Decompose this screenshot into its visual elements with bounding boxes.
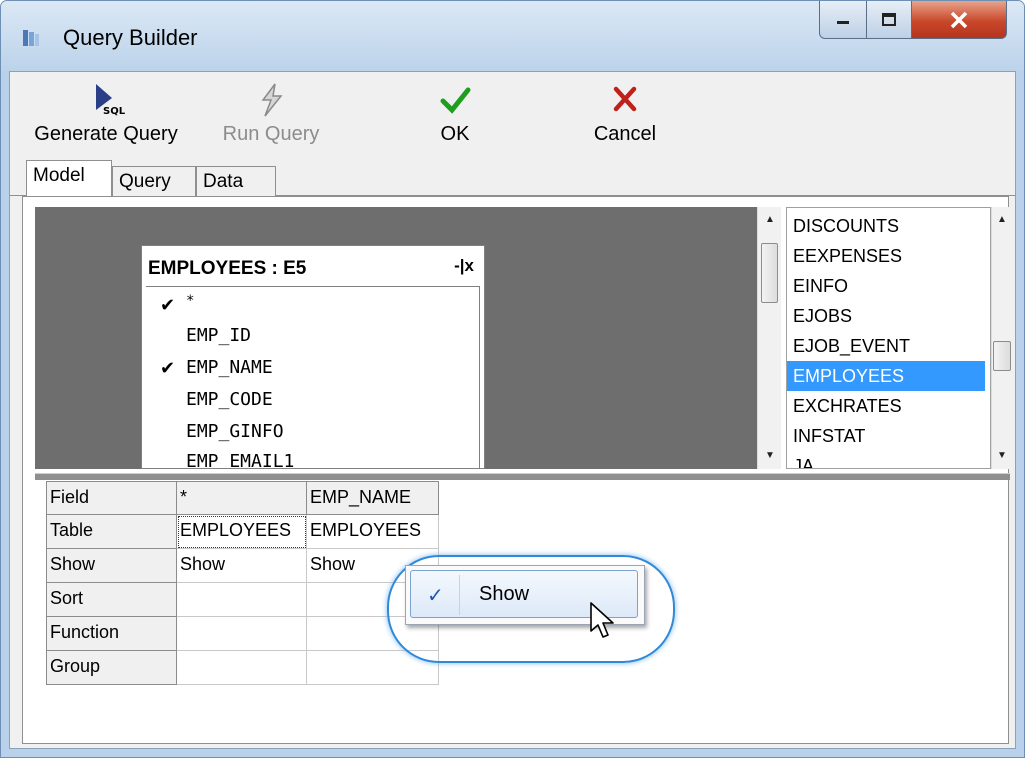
scroll-down-arrow-icon[interactable]: ▼ xyxy=(992,445,1012,467)
tab-query[interactable]: Query xyxy=(112,166,196,196)
context-menu-label: Show xyxy=(479,583,530,605)
ok-button[interactable]: OK xyxy=(415,72,495,172)
table-list-item[interactable]: EXCHRATES xyxy=(787,391,985,421)
grid-cell-show[interactable]: Show xyxy=(177,549,307,583)
x-icon xyxy=(613,86,637,112)
table-list-item[interactable]: EJOB_EVENT xyxy=(787,331,985,361)
mouse-cursor-icon xyxy=(590,602,614,638)
table-box-columns: ✔ * EMP_ID ✔ EMP_NAME EMP_CODE EMP_GINFO… xyxy=(146,286,480,468)
close-button[interactable] xyxy=(911,1,1007,39)
generate-query-button[interactable]: SQL Generate Query xyxy=(26,72,186,172)
tab-model[interactable]: Model xyxy=(26,160,112,196)
column-item[interactable]: EMP_CODE xyxy=(186,389,273,410)
grid-cell-field[interactable]: EMP_NAME xyxy=(307,481,439,515)
column-item[interactable]: EMP_GINFO xyxy=(186,421,284,442)
row-header-show: Show xyxy=(46,549,177,583)
query-builder-window: Query Builder SQL Generate Query Run Que… xyxy=(0,0,1025,758)
table-box-controls[interactable]: -|x xyxy=(454,256,474,276)
grid-cell-field[interactable]: * xyxy=(177,481,307,515)
grid-cell-group[interactable] xyxy=(177,651,307,685)
tab-data[interactable]: Data xyxy=(196,166,276,196)
row-header-field: Field xyxy=(46,481,177,515)
minimize-button[interactable] xyxy=(819,1,867,39)
row-header-sort: Sort xyxy=(46,583,177,617)
row-header-function: Function xyxy=(46,617,177,651)
row-header-table: Table xyxy=(46,515,177,549)
column-item[interactable]: EMP_NAME xyxy=(186,357,273,378)
column-checkmark-icon[interactable]: ✔ xyxy=(160,358,175,379)
app-icon xyxy=(23,30,39,46)
run-query-label: Run Query xyxy=(222,123,320,145)
table-list-scrollbar[interactable]: ▲ ▼ xyxy=(991,207,1011,469)
canvas-scrollbar[interactable]: ▲ ▼ xyxy=(757,207,781,469)
column-item[interactable]: EMP_EMAIL1 xyxy=(186,451,294,468)
column-item[interactable]: * xyxy=(186,293,194,309)
title-bar[interactable]: Query Builder xyxy=(1,1,1024,71)
table-list-item-selected[interactable]: EMPLOYEES xyxy=(787,361,985,391)
table-list-item[interactable]: EEXPENSES xyxy=(787,241,985,271)
column-checkmark-icon[interactable]: ✔ xyxy=(160,295,175,316)
generate-query-label: Generate Query xyxy=(34,123,178,145)
table-list-item[interactable]: EINFO xyxy=(787,271,985,301)
cancel-button[interactable]: Cancel xyxy=(570,72,680,172)
column-item[interactable]: EMP_ID xyxy=(186,325,251,346)
grid-cell-sort[interactable] xyxy=(177,583,307,617)
lightning-icon xyxy=(261,83,283,117)
ok-label: OK xyxy=(440,123,470,145)
table-list-item[interactable]: INFSTAT xyxy=(787,421,985,451)
cancel-label: Cancel xyxy=(593,123,657,145)
diagram-canvas[interactable]: EMPLOYEES : E5 -|x ✔ * EMP_ID ✔ EMP_NAME… xyxy=(35,207,757,469)
scroll-down-arrow-icon[interactable]: ▼ xyxy=(758,445,782,467)
window-title: Query Builder xyxy=(63,25,198,50)
panel-splitter[interactable] xyxy=(35,473,1010,480)
tab-strip: Model Query Data xyxy=(10,158,1015,196)
checkmark-icon xyxy=(440,87,471,114)
table-box-title: EMPLOYEES : E5 xyxy=(148,258,307,279)
table-list-item[interactable]: JA xyxy=(787,451,985,468)
sql-icon: SQL xyxy=(96,84,126,117)
table-list[interactable]: DISCOUNTS EEXPENSES EINFO EJOBS EJOB_EVE… xyxy=(786,207,991,469)
grid-cell-table[interactable]: EMPLOYEES xyxy=(307,515,439,549)
checkmark-icon: ✓ xyxy=(427,585,444,607)
maximize-button[interactable] xyxy=(866,1,912,39)
scroll-up-arrow-icon[interactable]: ▲ xyxy=(992,209,1012,231)
grid-cell-table[interactable]: EMPLOYEES xyxy=(177,515,307,549)
table-list-item[interactable]: EJOBS xyxy=(787,301,985,331)
maximize-icon xyxy=(882,12,896,26)
row-header-group: Group xyxy=(46,651,177,685)
table-list-item[interactable]: DISCOUNTS xyxy=(787,211,985,241)
table-box-employees[interactable]: EMPLOYEES : E5 -|x ✔ * EMP_ID ✔ EMP_NAME… xyxy=(141,245,485,469)
close-icon xyxy=(950,11,968,28)
scroll-thumb[interactable] xyxy=(993,341,1011,371)
scroll-up-arrow-icon[interactable]: ▲ xyxy=(758,209,782,231)
scroll-thumb[interactable] xyxy=(761,243,778,303)
minimize-icon xyxy=(837,20,849,24)
menu-separator xyxy=(459,575,460,615)
svg-text:SQL: SQL xyxy=(103,106,126,117)
run-query-button[interactable]: Run Query xyxy=(206,72,336,172)
grid-cell-function[interactable] xyxy=(177,617,307,651)
